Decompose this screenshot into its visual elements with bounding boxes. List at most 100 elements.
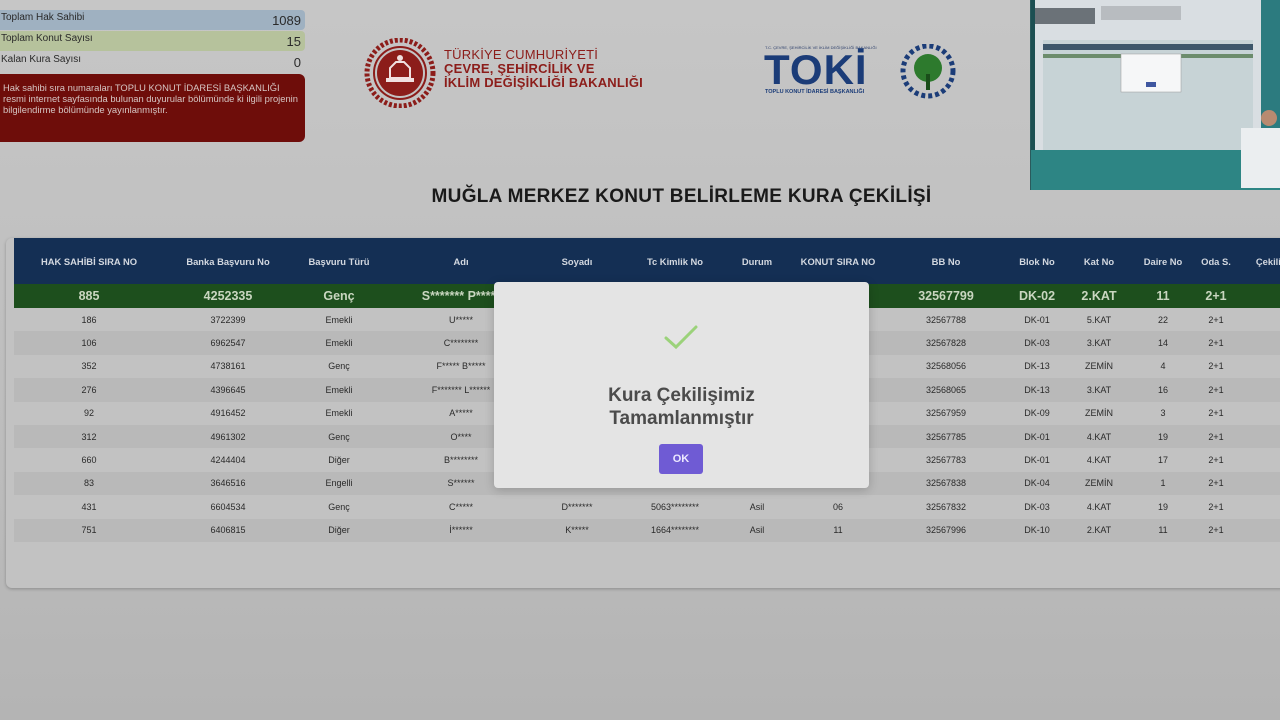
stat-remaining-draws: Kalan Kura Sayısı 0 <box>0 52 305 72</box>
column-header-adi: Adı <box>453 255 469 267</box>
cell-basvuru-turu: Genç <box>328 431 350 442</box>
cell-kat-no: 4.KAT <box>1086 501 1112 512</box>
column-header-banka-no: Banka Başvuru No <box>186 255 270 267</box>
cell-sira-no: 751 <box>81 525 97 536</box>
cell-blok-no: DK-03 <box>1024 501 1050 512</box>
cell-durum: Asil <box>749 525 765 536</box>
cell-sira-no: 660 <box>81 455 97 466</box>
cell-sira-no: 186 <box>81 314 97 325</box>
completion-dialog: Kura Çekilişimiz Tamamlanmıştır OK <box>494 282 869 488</box>
cell-basvuru-turu: Genç <box>328 361 350 372</box>
live-stream-image <box>1031 0 1280 190</box>
cell-basvuru-turu: Emekli <box>325 314 353 325</box>
dialog-message-line-2: Tamamlanmıştır <box>609 408 754 429</box>
cell-oda-sayisi: 2+1 <box>1208 314 1224 325</box>
cell-bb-no: 32567799 <box>918 289 974 303</box>
column-header-daire-no: Daire No <box>1143 255 1183 267</box>
cell-kat-no: 3.KAT <box>1086 338 1112 349</box>
cell-oda-sayisi: 2+1 <box>1205 289 1227 303</box>
cell-oda-sayisi: 2+1 <box>1208 501 1224 512</box>
cell-kat-no: 4.KAT <box>1086 431 1112 442</box>
ministry-logo: TÜRKİYE CUMHURİYETİ ÇEVRE, ŞEHİRCİLİK VE… <box>360 37 660 109</box>
cell-kat-no: ZEMİN <box>1085 361 1113 372</box>
cell-adi: S******* P***** <box>421 289 501 303</box>
cell-bb-no: 32567783 <box>925 455 967 466</box>
toki-subtitle: TOPLU KONUT İDARESİ BAŞKANLIĞI <box>765 89 865 95</box>
cell-banka-no: 4396645 <box>210 384 246 395</box>
cell-adi: F***** B***** <box>436 361 486 372</box>
cell-bb-no: 32567828 <box>925 338 967 349</box>
stat-label: Kalan Kura Sayısı <box>1 54 82 65</box>
cell-blok-no: DK-01 <box>1024 314 1050 325</box>
column-header-kat-no: Kat No <box>1083 255 1115 267</box>
cell-bb-no: 32567996 <box>925 525 967 536</box>
dialog-message: Kura Çekilişimiz Tamamlanmıştır <box>494 384 869 430</box>
cell-soyadi: K***** <box>565 525 589 536</box>
cell-daire-no: 14 <box>1157 338 1169 349</box>
cell-banka-no: 4738161 <box>210 361 246 372</box>
cell-kat-no: ZEMİN <box>1085 408 1113 419</box>
cell-kat-no: 2.KAT <box>1086 525 1112 536</box>
cell-basvuru-turu: Diğer <box>328 525 350 536</box>
cell-sira-no: 83 <box>83 478 95 489</box>
column-header-durum: Durum <box>741 255 773 267</box>
cell-basvuru-turu: Genç <box>323 289 355 303</box>
column-header-oda-sayisi: Oda S. <box>1201 255 1231 267</box>
column-header-soyadi: Soyadı <box>561 255 593 267</box>
column-header-konut-sira-no: KONUT SIRA NO <box>800 255 876 267</box>
toki-logo: T.C. ÇEVRE, ŞEHİRCİLİK VE İKLİM DEĞİŞİKL… <box>762 44 962 104</box>
toki-tree-emblem-icon <box>900 44 956 99</box>
cell-daire-no: 1 <box>1160 478 1166 489</box>
cell-bb-no: 32567788 <box>925 314 967 325</box>
cell-konut-sira-no: 06 <box>832 501 844 512</box>
cell-adi: U***** <box>448 314 474 325</box>
stat-total-right-holders: Toplam Hak Sahibi 1089 <box>0 10 305 30</box>
cell-daire-no: 17 <box>1157 455 1169 466</box>
ministry-line-1: TÜRKİYE CUMHURİYETİ <box>444 47 599 62</box>
cell-daire-no: 19 <box>1157 501 1169 512</box>
info-notice: Hak sahibi sıra numaraları TOPLU KONUT İ… <box>0 74 305 142</box>
ok-button[interactable]: OK <box>659 444 703 474</box>
cell-banka-no: 6604534 <box>210 501 246 512</box>
stat-label: Toplam Hak Sahibi <box>1 12 85 23</box>
cell-oda-sayisi: 2+1 <box>1208 431 1224 442</box>
cell-oda-sayisi: 2+1 <box>1208 384 1224 395</box>
cell-kat-no: 4.KAT <box>1086 455 1112 466</box>
ministry-name: TÜRKİYE CUMHURİYETİ ÇEVRE, ŞEHİRCİLİK VE… <box>444 48 643 90</box>
cell-sira-no: 431 <box>81 501 97 512</box>
cell-oda-sayisi: 2+1 <box>1208 525 1224 536</box>
column-header-tc-no: Tc Kimlik No <box>646 255 704 267</box>
success-check-icon <box>664 325 698 350</box>
cell-adi: B******** <box>443 455 479 466</box>
cell-basvuru-turu: Emekli <box>325 408 353 419</box>
cell-kat-no: 3.KAT <box>1086 384 1112 395</box>
cell-sira-no: 92 <box>83 408 95 419</box>
cell-daire-no: 4 <box>1160 361 1166 372</box>
stat-value: 15 <box>286 34 301 49</box>
cell-oda-sayisi: 2+1 <box>1208 338 1224 349</box>
column-header-bb-no: BB No <box>931 255 961 267</box>
cell-kat-no: 5.KAT <box>1086 314 1112 325</box>
cell-adi: C******** <box>443 338 479 349</box>
live-video-inset <box>1030 0 1280 190</box>
cell-adi: O**** <box>450 431 472 442</box>
cell-tc-no: 5063******** <box>650 501 700 512</box>
stats-panel: Toplam Hak Sahibi 1089 Toplam Konut Sayı… <box>0 10 305 142</box>
column-header-sira-no: HAK SAHİBİ SIRA NO <box>40 255 138 267</box>
page-title: MUĞLA MERKEZ KONUT BELİRLEME KURA ÇEKİLİ… <box>431 186 932 207</box>
cell-basvuru-turu: Emekli <box>325 384 353 395</box>
column-header-basvuru-turu: Başvuru Türü <box>308 255 370 267</box>
cell-bb-no: 32567785 <box>925 431 967 442</box>
cell-daire-no: 19 <box>1157 431 1169 442</box>
toki-wordmark: TOKİ <box>764 46 868 93</box>
cell-kat-no: 2.KAT <box>1081 289 1117 303</box>
cell-adi: S****** <box>447 478 475 489</box>
cell-sira-no: 276 <box>81 384 97 395</box>
cell-bb-no: 32567838 <box>925 478 967 489</box>
cell-daire-no: 3 <box>1160 408 1166 419</box>
cell-durum: Asil <box>749 501 765 512</box>
cell-kat-no: ZEMİN <box>1085 478 1113 489</box>
dialog-message-line-1: Kura Çekilişimiz <box>608 385 755 406</box>
cell-banka-no: 3722399 <box>210 314 246 325</box>
cell-daire-no: 22 <box>1157 314 1169 325</box>
